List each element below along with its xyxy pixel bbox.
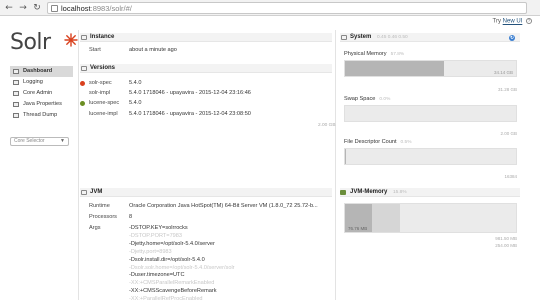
help-icon[interactable]: ? [526, 18, 532, 24]
jvm-arg: -Dsolr.solr.home=/opt/solr-5.4.0/server/… [129, 264, 235, 271]
swap-space-bar [344, 105, 517, 122]
swap-total-caption: 2.00 GB [318, 123, 336, 128]
jvm-arg: -Djetty.port=8983 [129, 248, 172, 255]
system-header: System 0.45 0.46 0.50 [340, 33, 520, 42]
sidebar-item-java-properties[interactable]: Java Properties [10, 99, 73, 110]
jvm-memory-icon [340, 190, 346, 195]
jvm-args-list: -DSTOP.KEY=solrrocks -DSTOP.PORT=7983 -Dje… [129, 225, 235, 300]
jvm-memory-header: JVM-Memory 15.8% [340, 188, 520, 197]
jvm-memory-used: 76.76 MB [348, 226, 368, 231]
jvm-memory-committed: 254.00 MB [495, 243, 517, 248]
page-icon [51, 5, 58, 12]
solr-sun-icon [64, 33, 78, 47]
forward-icon[interactable]: → [18, 3, 28, 13]
sidebar-item-logging[interactable]: Logging [10, 77, 73, 88]
logo-text: Solr [10, 30, 51, 55]
sidebar-item-thread-dump[interactable]: Thread Dump [10, 110, 73, 121]
content-divider [78, 30, 79, 300]
physical-memory-bar: 34.14 GB [344, 60, 517, 77]
instance-icon [81, 35, 87, 40]
jvm-args-row: Args -DSTOP.KEY=solrrocks -DSTOP.PORT=798… [89, 225, 329, 300]
core-selector[interactable]: Core Selector ▼ [10, 137, 69, 146]
jvm-arg: -Dsolr.install.dir=/opt/solr-5.4.0 [129, 256, 205, 263]
system-icon [341, 35, 347, 40]
jvm-arg: -Duser.timezone=UTC [129, 272, 185, 279]
swap-space-label: Swap Space 0.0% [344, 96, 391, 102]
sidebar-item-core-admin[interactable]: Core Admin [10, 88, 73, 99]
jvm-memory-total: 981.50 MB [495, 236, 517, 241]
physical-memory-total: 31.28 GB [497, 87, 517, 92]
sidebar-nav: Dashboard Logging Core Admin Java Proper… [10, 66, 73, 121]
reload-icon[interactable]: ↻ [32, 3, 42, 13]
url-text: localhost:8983/solr/#/ [61, 4, 132, 13]
panel-divider [335, 30, 336, 300]
jvm-memory-percent: 15.8% [393, 190, 407, 195]
try-new-ui: Try New UI ? [492, 18, 532, 25]
new-ui-link[interactable]: New UI [503, 19, 523, 25]
dashboard-icon [13, 69, 19, 74]
file-descriptor-fill [345, 149, 346, 164]
chevron-down-icon: ▼ [60, 138, 65, 144]
core-admin-icon [13, 91, 19, 96]
browser-toolbar: ← → ↻ localhost:8983/solr/#/ [0, 0, 540, 16]
jvm-arg: -DSTOP.KEY=solrrocks [129, 225, 188, 231]
sidebar-item-dashboard[interactable]: Dashboard [10, 66, 73, 77]
instance-header: Instance [80, 33, 332, 42]
java-properties-icon [13, 102, 19, 107]
swap-space-total: 2.00 GB [500, 131, 517, 136]
solr-logo[interactable]: Solr [10, 30, 78, 55]
lucene-icon [80, 101, 85, 106]
back-icon[interactable]: ← [4, 3, 14, 13]
versions-header: Versions [80, 64, 332, 73]
physical-memory-used: 34.14 GB [493, 70, 513, 75]
file-descriptor-label: File Descriptor Count 0.5% [344, 139, 412, 145]
jvm-memory-bar: 76.76 MB [344, 203, 517, 233]
address-bar[interactable]: localhost:8983/solr/#/ [47, 2, 527, 14]
jvm-arg: -Djetty.home=/opt/solr-5.4.0/server [129, 240, 215, 247]
logging-icon [13, 80, 19, 85]
jvm-arg: -XX:+CMSParallelRemarkEnabled [129, 280, 215, 287]
thread-dump-icon [13, 113, 19, 118]
jvm-icon [81, 190, 87, 195]
versions-icon [81, 66, 87, 71]
jvm-arg: -XX:+CMSScavengeBeforeRemark [129, 288, 217, 295]
jvm-header: JVM [80, 188, 332, 197]
physical-memory-label: Physical Memory 57.8% [344, 51, 405, 57]
solr-icon [80, 81, 85, 86]
file-descriptor-bar [344, 148, 517, 165]
system-load: 0.45 0.46 0.50 [377, 35, 408, 40]
file-descriptor-total: 16384 [504, 174, 517, 179]
jvm-arg: -DSTOP.PORT=7983 [129, 232, 183, 239]
physical-memory-fill [345, 61, 444, 76]
jvm-arg: -XX:+ParallelRefProcEnabled [129, 296, 203, 300]
refresh-icon[interactable]: ↻ [509, 35, 515, 41]
